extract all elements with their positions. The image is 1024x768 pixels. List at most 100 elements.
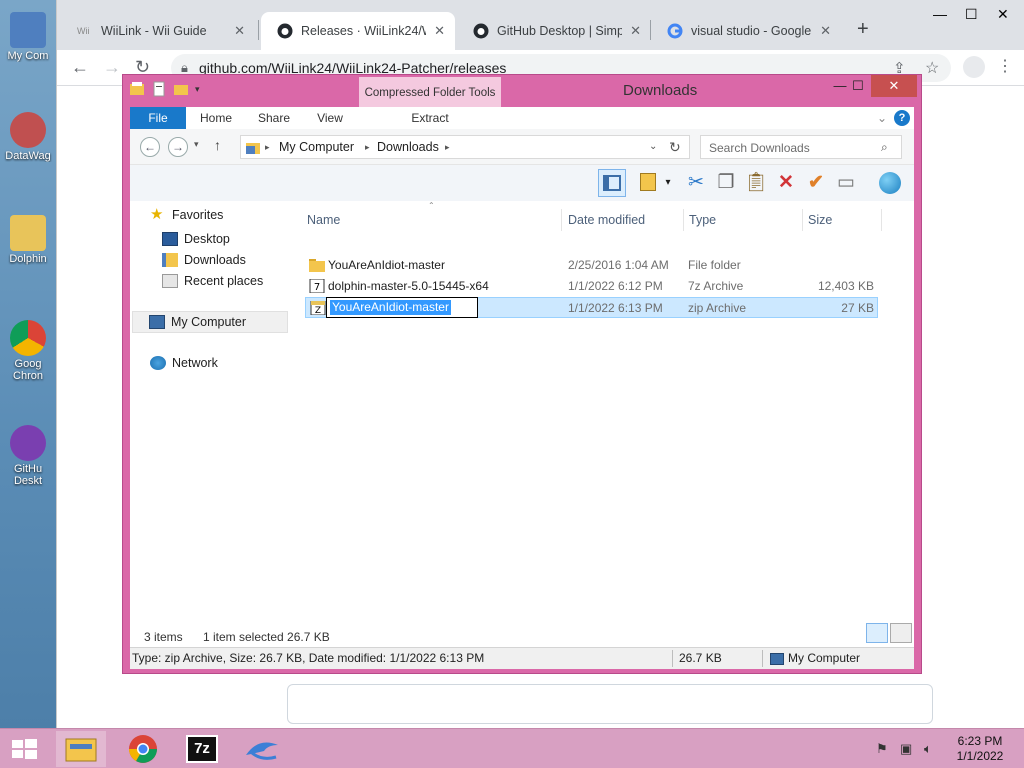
nav-desktop[interactable]: Desktop [162, 229, 230, 249]
large-icons-view-button[interactable] [890, 623, 912, 643]
delete-icon[interactable]: ✕ [772, 169, 800, 197]
back-button[interactable]: ← [140, 137, 160, 157]
properties-dropdown-icon[interactable]: ▾ [662, 169, 674, 197]
desktop-icon-datawag[interactable]: DataWag [2, 112, 54, 162]
maximize-button[interactable]: ☐ [965, 6, 978, 23]
up-arrow-icon[interactable]: ↑ [214, 137, 221, 153]
search-box[interactable]: Search Downloads ⌕ [700, 135, 902, 159]
details-view-button[interactable] [866, 623, 888, 643]
preview-pane-button[interactable] [598, 169, 626, 197]
back-button[interactable]: ← [71, 57, 89, 78]
volume-icon[interactable]: 🔈︎ [924, 741, 932, 757]
tab-google-search[interactable]: visual studio - Google Search ✕ [651, 12, 841, 50]
column-separator[interactable] [683, 209, 684, 231]
file-size: 12,403 KB [817, 279, 874, 293]
nav-recent-places[interactable]: Recent places [162, 271, 263, 291]
cut-icon[interactable]: ✂ [682, 169, 710, 197]
command-bar: ▾ ✂ ❐ 📋︎ ✕ ✔ ▭ [130, 165, 914, 201]
qat-dropdown-icon[interactable]: ▾ [195, 81, 200, 97]
column-header-type[interactable]: Type [689, 213, 716, 227]
divider [762, 650, 763, 667]
nav-my-computer[interactable]: My Computer [132, 311, 288, 333]
address-dropdown-icon[interactable]: ⌄ [649, 141, 657, 152]
file-name-selected-text: YouAreAnIdiot-master [330, 300, 451, 315]
desktop-icon-my-computer[interactable]: My Com [2, 12, 54, 62]
paste-icon[interactable]: 📋︎ [742, 169, 770, 197]
column-separator[interactable] [802, 209, 803, 231]
maximize-button[interactable]: ☐ [841, 75, 875, 97]
new-tab-button[interactable]: + [857, 18, 869, 41]
compressed-folder-tools-tab[interactable]: Compressed Folder Tools [359, 77, 501, 109]
forward-button[interactable]: → [103, 57, 121, 78]
close-window-button[interactable]: ✕ [871, 75, 917, 97]
breadcrumb-my-computer[interactable]: My Computer [279, 140, 354, 154]
file-row-selected[interactable]: Z YouAreAnIdiot-master 1/1/2022 6:13 PM … [305, 297, 878, 318]
column-header-date[interactable]: Date modified [568, 213, 645, 227]
nav-network[interactable]: Network [150, 353, 218, 373]
new-folder-icon[interactable] [173, 81, 189, 97]
file-explorer-icon [65, 738, 97, 762]
globe-icon[interactable] [876, 169, 904, 197]
rename-input[interactable]: YouAreAnIdiot-master [326, 297, 478, 318]
refresh-icon[interactable]: ↻ [669, 139, 681, 156]
flag-icon[interactable]: ⚑ [876, 741, 888, 757]
start-button[interactable] [0, 731, 48, 767]
file-row[interactable]: YouAreAnIdiot-master 2/25/2016 1:04 AM F… [305, 255, 878, 276]
address-row: ← → ▾ ↑ ▸ My Computer ▸ Downloads ▸ ⌄ ↻ … [130, 129, 914, 165]
column-separator[interactable] [561, 209, 562, 231]
close-icon[interactable]: ✕ [630, 23, 641, 39]
tab-releases[interactable]: Releases · WiiLink24/WiiLink24-Patcher ✕ [261, 12, 455, 50]
recent-locations-icon[interactable]: ▾ [194, 139, 199, 150]
taskbar-7zip[interactable]: 7z [178, 731, 228, 767]
chrome-icon [10, 320, 46, 356]
close-window-button[interactable]: ✕ [997, 6, 1009, 23]
column-separator[interactable] [881, 209, 882, 231]
file-row[interactable]: 7 dolphin-master-5.0-15445-x64 1/1/2022 … [305, 276, 878, 297]
forward-button[interactable]: → [168, 137, 188, 157]
taskbar-file-explorer[interactable] [56, 731, 106, 767]
taskbar-dolphin[interactable] [238, 731, 288, 767]
menu-icon[interactable]: ⋮ [997, 56, 1013, 76]
properties-icon[interactable] [151, 81, 167, 97]
ribbon-tabs: File Home Share View Extract ⌄ ? [130, 107, 914, 129]
tab-wiilink-guide[interactable]: Wii WiiLink - Wii Guide ✕ [61, 12, 255, 50]
help-icon[interactable]: ? [894, 110, 910, 126]
minimize-button[interactable]: — [933, 6, 947, 22]
profile-avatar[interactable] [963, 56, 985, 78]
desktop-icon-dolphin[interactable]: Dolphin [2, 215, 54, 265]
breadcrumb-downloads[interactable]: Downloads [377, 140, 439, 154]
clock[interactable]: 6:23 PM 1/1/2022 [950, 734, 1010, 764]
close-icon[interactable]: ✕ [234, 23, 245, 39]
select-icon[interactable]: ▭ [832, 169, 860, 197]
tab-file[interactable]: File [130, 107, 186, 129]
properties-button[interactable] [634, 169, 662, 197]
tab-extract[interactable]: Extract [400, 107, 460, 129]
ribbon-expand-icon[interactable]: ⌄ [874, 107, 890, 129]
nav-label: Network [172, 356, 218, 370]
bookmark-star-icon[interactable]: ☆ [925, 58, 939, 78]
close-icon[interactable]: ✕ [820, 23, 831, 39]
column-header-size[interactable]: Size [808, 213, 832, 227]
explorer-icon[interactable] [129, 81, 145, 97]
column-header-name[interactable]: Name [307, 213, 340, 227]
tab-separator [258, 20, 259, 40]
network-status-icon[interactable]: ▣ [900, 741, 912, 757]
star-icon: ★ [150, 206, 164, 223]
search-input[interactable]: Search Downloads [709, 141, 810, 155]
details-bar: Type: zip Archive, Size: 26.7 KB, Date m… [130, 647, 914, 669]
copy-icon[interactable]: ❐ [712, 169, 740, 197]
taskbar-chrome[interactable] [118, 731, 168, 767]
close-icon[interactable]: ✕ [434, 23, 445, 39]
rename-icon[interactable]: ✔ [802, 169, 830, 197]
tab-github-desktop[interactable]: GitHub Desktop | Simple collaboration ✕ [457, 12, 651, 50]
desktop-icon-chrome[interactable]: Goog Chron [2, 320, 54, 382]
nav-favorites[interactable]: ★ Favorites [150, 201, 223, 229]
nav-downloads[interactable]: Downloads [162, 250, 246, 270]
recent-places-icon [162, 274, 178, 288]
tab-home[interactable]: Home [194, 107, 238, 129]
tab-view[interactable]: View [308, 107, 352, 129]
address-box[interactable]: ▸ My Computer ▸ Downloads ▸ ⌄ ↻ [240, 135, 690, 159]
desktop-icon-github-desktop[interactable]: GitHu Deskt [2, 425, 54, 487]
tab-share[interactable]: Share [252, 107, 296, 129]
github-desktop-icon [10, 425, 46, 461]
